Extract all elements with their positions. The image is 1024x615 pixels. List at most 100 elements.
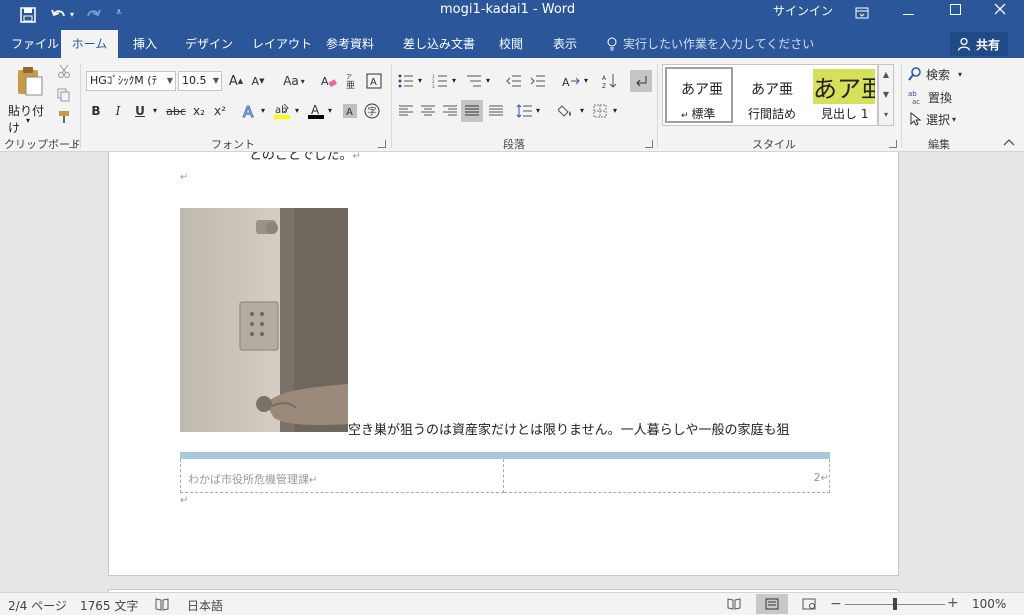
- style-item-no-spacing[interactable]: あア亜 行間詰め: [737, 67, 807, 123]
- tab-home[interactable]: ホーム: [61, 30, 118, 58]
- font-color-dropdown-icon[interactable]: ▾: [328, 106, 332, 115]
- zoom-level[interactable]: 100%: [972, 597, 1006, 611]
- align-right-icon[interactable]: [440, 100, 460, 122]
- zoom-in-button[interactable]: +: [947, 595, 959, 611]
- bold-button[interactable]: B: [88, 100, 104, 122]
- font-name-combo[interactable]: HGｺﾞｼｯｸM (ﾃ ▼: [86, 71, 176, 91]
- style-item-heading1[interactable]: あア亜 見出し 1: [809, 67, 875, 123]
- format-painter-icon[interactable]: [57, 110, 71, 124]
- customize-icon[interactable]: ⩡: [116, 7, 122, 18]
- grow-font-button[interactable]: A ▲: [227, 70, 245, 92]
- decrease-indent-icon[interactable]: [504, 70, 524, 92]
- undo-icon[interactable]: [50, 6, 68, 24]
- clipboard-launcher-icon[interactable]: [69, 140, 77, 148]
- clear-format-icon[interactable]: A: [320, 70, 338, 92]
- show-marks-icon[interactable]: [630, 70, 652, 92]
- paste-button[interactable]: 貼り付け ▾: [6, 62, 52, 135]
- distributed-icon[interactable]: [486, 100, 506, 122]
- signin-link[interactable]: サインイン: [773, 2, 833, 19]
- page-count[interactable]: 2/4 ページ: [8, 597, 67, 614]
- align-left-icon[interactable]: [396, 100, 416, 122]
- tab-mailings[interactable]: 差し込み文書: [403, 30, 475, 58]
- footer-cell-left[interactable]: わかば市役所危機管理課↵: [180, 459, 504, 493]
- read-mode-icon[interactable]: [727, 598, 741, 610]
- line-spacing-dropdown-icon[interactable]: ▾: [536, 106, 540, 115]
- tab-view[interactable]: 表示: [553, 30, 577, 58]
- vertical-scrollbar[interactable]: [1007, 152, 1024, 592]
- asian-layout-icon[interactable]: A: [560, 70, 582, 92]
- borders-dropdown-icon[interactable]: ▾: [613, 106, 617, 115]
- increase-indent-icon[interactable]: [528, 70, 548, 92]
- ribbon-display-icon[interactable]: [855, 6, 869, 20]
- multilevel-dropdown-icon[interactable]: ▾: [486, 76, 490, 85]
- align-center-icon[interactable]: [418, 100, 438, 122]
- copy-icon[interactable]: [57, 88, 71, 102]
- redo-icon[interactable]: [84, 6, 102, 24]
- zoom-slider[interactable]: [845, 598, 945, 610]
- zoom-slider-thumb[interactable]: [893, 598, 897, 610]
- more-styles-icon[interactable]: ▾: [879, 105, 893, 125]
- find-button[interactable]: 検索 ▾: [908, 63, 962, 85]
- replace-button[interactable]: ab ac 置換: [908, 86, 952, 108]
- select-button[interactable]: 選択 ▾: [910, 108, 956, 130]
- superscript-button[interactable]: x²: [211, 100, 229, 122]
- share-button[interactable]: 共有: [950, 32, 1008, 56]
- strikethrough-button[interactable]: abc: [164, 100, 188, 122]
- word-count[interactable]: 1765 文字: [80, 597, 138, 614]
- font-size-combo[interactable]: 10.5 ▼: [178, 71, 222, 91]
- collapse-ribbon-icon[interactable]: [1003, 138, 1015, 146]
- tab-layout[interactable]: レイアウト: [252, 30, 312, 58]
- zoom-out-button[interactable]: −: [830, 596, 842, 612]
- footer-cell-right[interactable]: 2↵: [504, 459, 830, 493]
- minimize-icon[interactable]: [903, 14, 914, 15]
- language-label[interactable]: 日本語: [187, 597, 223, 614]
- phonetic-guide-icon[interactable]: ア亜: [342, 70, 360, 92]
- door-photo[interactable]: [180, 208, 348, 432]
- save-icon[interactable]: [20, 7, 36, 23]
- tab-references[interactable]: 参考資料: [326, 30, 374, 58]
- paste-dropdown-icon[interactable]: ▾: [26, 116, 30, 125]
- shrink-font-button[interactable]: A ▼: [249, 70, 267, 92]
- text-effects-dropdown-icon[interactable]: ▾: [261, 106, 265, 115]
- shading-icon[interactable]: [556, 100, 578, 122]
- paragraph-launcher-icon[interactable]: [645, 140, 653, 148]
- footer-table[interactable]: わかば市役所危機管理課↵ 2↵: [180, 452, 830, 493]
- bullets-icon[interactable]: [396, 70, 416, 92]
- text-effects-icon[interactable]: A: [241, 100, 259, 122]
- tab-insert[interactable]: 挿入: [133, 30, 157, 58]
- page[interactable]: とのことでした。↵ ↵ 空き巣が狙うのは資産家だけとは限りません。一人暮らしや一…: [108, 152, 899, 576]
- maximize-icon[interactable]: [950, 4, 961, 15]
- underline-dropdown-icon[interactable]: ▾: [153, 106, 157, 115]
- borders-icon[interactable]: [590, 100, 610, 122]
- numbering-dropdown-icon[interactable]: ▾: [452, 76, 456, 85]
- document-area[interactable]: とのことでした。↵ ↵ 空き巣が狙うのは資産家だけとは限りません。一人暮らしや一…: [0, 152, 1024, 592]
- bullets-dropdown-icon[interactable]: ▾: [418, 76, 422, 85]
- proofing-icon[interactable]: [155, 598, 169, 611]
- undo-dropdown-icon[interactable]: ▾: [70, 10, 74, 19]
- scroll-down-icon[interactable]: ▼: [879, 85, 893, 105]
- enclose-characters-icon[interactable]: 字: [363, 100, 381, 122]
- multilevel-list-icon[interactable]: [464, 70, 484, 92]
- asian-layout-dropdown-icon[interactable]: ▾: [584, 76, 588, 85]
- shading-dropdown-icon[interactable]: ▾: [580, 106, 584, 115]
- character-border-icon[interactable]: A: [364, 70, 384, 92]
- character-shading-icon[interactable]: A: [341, 100, 359, 122]
- cut-icon[interactable]: [57, 64, 71, 78]
- tell-me-input[interactable]: 実行したい作業を入力してください: [623, 30, 814, 58]
- subscript-button[interactable]: x₂: [190, 100, 208, 122]
- styles-scroll[interactable]: ▲ ▼ ▾: [878, 64, 894, 126]
- tab-design[interactable]: デザイン: [185, 30, 233, 58]
- sort-icon[interactable]: AZ: [600, 70, 620, 92]
- body-paragraph[interactable]: 空き巣が狙うのは資産家だけとは限りません。一人暮らしや一般の家庭も狙: [348, 419, 789, 438]
- paragraph-text[interactable]: とのことでした。↵: [249, 152, 361, 163]
- font-launcher-icon[interactable]: [378, 140, 386, 148]
- tab-file[interactable]: ファイル: [11, 30, 59, 58]
- justify-icon[interactable]: [461, 100, 483, 122]
- highlight-dropdown-icon[interactable]: ▾: [295, 106, 299, 115]
- style-item-normal[interactable]: あア亜 ↵ 標準: [665, 67, 733, 123]
- styles-launcher-icon[interactable]: [889, 140, 897, 148]
- print-layout-icon[interactable]: [756, 594, 788, 614]
- tab-review[interactable]: 校閲: [499, 30, 523, 58]
- underline-button[interactable]: U: [132, 100, 148, 122]
- change-case-button[interactable]: Aa ▾: [278, 70, 310, 92]
